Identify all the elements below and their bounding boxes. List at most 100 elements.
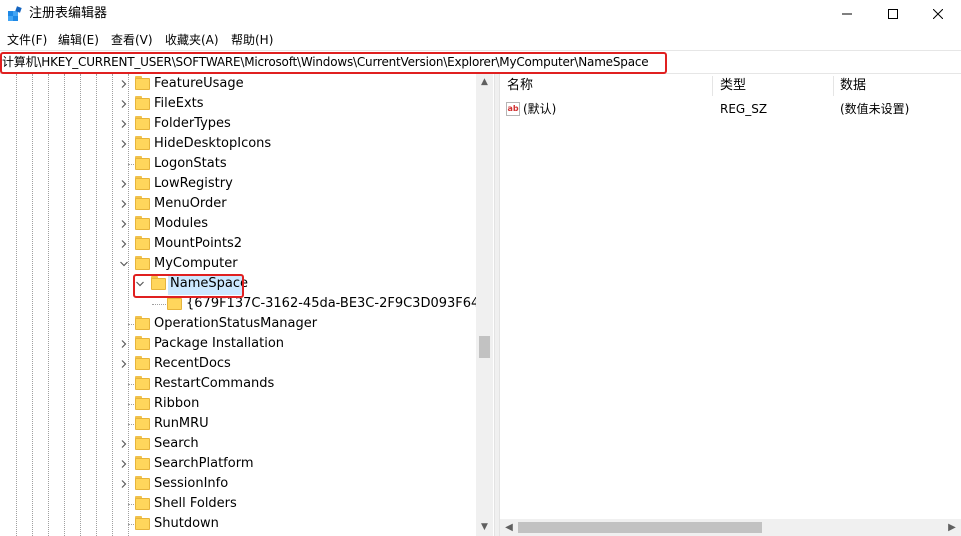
- menu-edit[interactable]: 编辑(E): [58, 32, 99, 48]
- tree-connector-line: [128, 504, 134, 505]
- chevron-right-icon[interactable]: [118, 78, 130, 90]
- tree-connector-line: [152, 304, 166, 305]
- folder-icon: [135, 356, 150, 370]
- tree-node-label: MyComputer: [154, 256, 238, 271]
- folder-icon: [135, 456, 150, 470]
- tree-node[interactable]: Search: [0, 434, 476, 454]
- tree-node[interactable]: RunMRU: [0, 414, 476, 434]
- tree-connector-line: [128, 524, 134, 525]
- tree-node-label: MenuOrder: [154, 196, 227, 211]
- folder-icon: [135, 76, 150, 90]
- minimize-button[interactable]: [824, 0, 870, 28]
- maximize-button[interactable]: [870, 0, 916, 28]
- column-header-type[interactable]: 类型: [720, 77, 746, 95]
- tree-node-label: RunMRU: [154, 416, 209, 431]
- tree-node-label: FolderTypes: [154, 116, 231, 131]
- folder-icon: [135, 416, 150, 430]
- tree-node[interactable]: RestartCommands: [0, 374, 476, 394]
- folder-icon: [135, 236, 150, 250]
- tree-connector-line: [128, 384, 134, 385]
- chevron-right-icon[interactable]: [118, 218, 130, 230]
- folder-icon: [135, 336, 150, 350]
- value-row[interactable]: ab (默认) REG_SZ (数值未设置): [500, 99, 961, 119]
- folder-icon: [135, 136, 150, 150]
- tree-node-label: SessionInfo: [154, 476, 229, 491]
- folder-icon: [135, 176, 150, 190]
- close-button[interactable]: [915, 0, 961, 28]
- menu-file[interactable]: 文件(F): [7, 32, 47, 48]
- title-bar: 注册表编辑器: [0, 0, 961, 28]
- scroll-up-icon[interactable]: ▲: [480, 78, 489, 87]
- folder-icon: [135, 476, 150, 490]
- tree-node[interactable]: SearchPlatform: [0, 454, 476, 474]
- value-name: (默认): [523, 102, 557, 116]
- chevron-right-icon[interactable]: [118, 358, 130, 370]
- chevron-right-icon[interactable]: [118, 198, 130, 210]
- column-header-data[interactable]: 数据: [840, 77, 866, 95]
- tree-node[interactable]: Package Installation: [0, 334, 476, 354]
- folder-icon: [135, 516, 150, 530]
- chevron-down-icon[interactable]: [118, 258, 130, 270]
- chevron-right-icon[interactable]: [118, 178, 130, 190]
- values-hscrollbar[interactable]: ◀ ▶: [500, 519, 961, 536]
- tree-node[interactable]: Shutdown: [0, 514, 476, 534]
- tree-node[interactable]: FileExts: [0, 94, 476, 114]
- column-divider[interactable]: [712, 76, 713, 96]
- tree-node-label: Search: [154, 436, 199, 451]
- address-bar[interactable]: 计算机\HKEY_CURRENT_USER\SOFTWARE\Microsoft…: [0, 50, 961, 74]
- tree-node[interactable]: HideDesktopIcons: [0, 134, 476, 154]
- tree-node[interactable]: LogonStats: [0, 154, 476, 174]
- folder-icon: [167, 296, 182, 310]
- tree-node[interactable]: MountPoints2: [0, 234, 476, 254]
- tree-node-label: Modules: [154, 216, 209, 231]
- chevron-right-icon[interactable]: [118, 458, 130, 470]
- tree-node-label: HideDesktopIcons: [154, 136, 272, 151]
- tree-node[interactable]: LowRegistry: [0, 174, 476, 194]
- tree-node[interactable]: FolderTypes: [0, 114, 476, 134]
- column-header-name[interactable]: 名称: [507, 77, 533, 95]
- folder-icon: [135, 256, 150, 270]
- tree-node[interactable]: MenuOrder: [0, 194, 476, 214]
- menu-view[interactable]: 查看(V): [111, 32, 153, 48]
- tree-node[interactable]: Shell Folders: [0, 494, 476, 514]
- folder-icon: [135, 376, 150, 390]
- column-divider[interactable]: [833, 76, 834, 96]
- chevron-right-icon[interactable]: [118, 98, 130, 110]
- menu-favorites[interactable]: 收藏夹(A): [165, 32, 219, 48]
- selection-highlight-box: [133, 274, 244, 298]
- folder-icon: [135, 396, 150, 410]
- scroll-left-icon[interactable]: ◀: [504, 522, 514, 533]
- scroll-down-icon[interactable]: ▼: [480, 523, 489, 532]
- tree-node[interactable]: Ribbon: [0, 394, 476, 414]
- tree-node-label: Ribbon: [154, 396, 200, 411]
- tree-node-label: MountPoints2: [154, 236, 243, 251]
- folder-icon: [135, 316, 150, 330]
- values-list[interactable]: 名称 类型 数据 ab (默认) REG_SZ (数值未设置): [500, 74, 961, 536]
- tree-node-label: Package Installation: [154, 336, 285, 351]
- tree-scroll-thumb[interactable]: [479, 336, 490, 358]
- tree-node[interactable]: FeatureUsage: [0, 74, 476, 94]
- tree-connector-line: [128, 164, 134, 165]
- menu-help[interactable]: 帮助(H): [231, 32, 273, 48]
- tree-node-label: LowRegistry: [154, 176, 233, 191]
- values-scroll-thumb[interactable]: [518, 522, 762, 533]
- chevron-right-icon[interactable]: [118, 238, 130, 250]
- tree-node[interactable]: OperationStatusManager: [0, 314, 476, 334]
- tree-scrollbar[interactable]: ▲ ▼: [476, 74, 493, 536]
- chevron-right-icon[interactable]: [118, 438, 130, 450]
- chevron-right-icon[interactable]: [118, 338, 130, 350]
- scroll-right-icon[interactable]: ▶: [947, 522, 957, 533]
- folder-icon: [135, 496, 150, 510]
- chevron-right-icon[interactable]: [118, 478, 130, 490]
- tree-node[interactable]: RecentDocs: [0, 354, 476, 374]
- menu-bar: 文件(F) 编辑(E) 查看(V) 收藏夹(A) 帮助(H): [0, 30, 961, 50]
- tree-node[interactable]: Modules: [0, 214, 476, 234]
- tree-node-label: RecentDocs: [154, 356, 231, 371]
- chevron-right-icon[interactable]: [118, 118, 130, 130]
- key-tree[interactable]: FeatureUsage FileExts FolderTypes HideDeskt…: [0, 74, 494, 536]
- tree-node-label: OperationStatusManager: [154, 316, 318, 331]
- tree-node[interactable]: SessionInfo: [0, 474, 476, 494]
- chevron-right-icon[interactable]: [118, 138, 130, 150]
- tree-node[interactable]: MyComputer: [0, 254, 476, 274]
- window-title: 注册表编辑器: [29, 6, 108, 21]
